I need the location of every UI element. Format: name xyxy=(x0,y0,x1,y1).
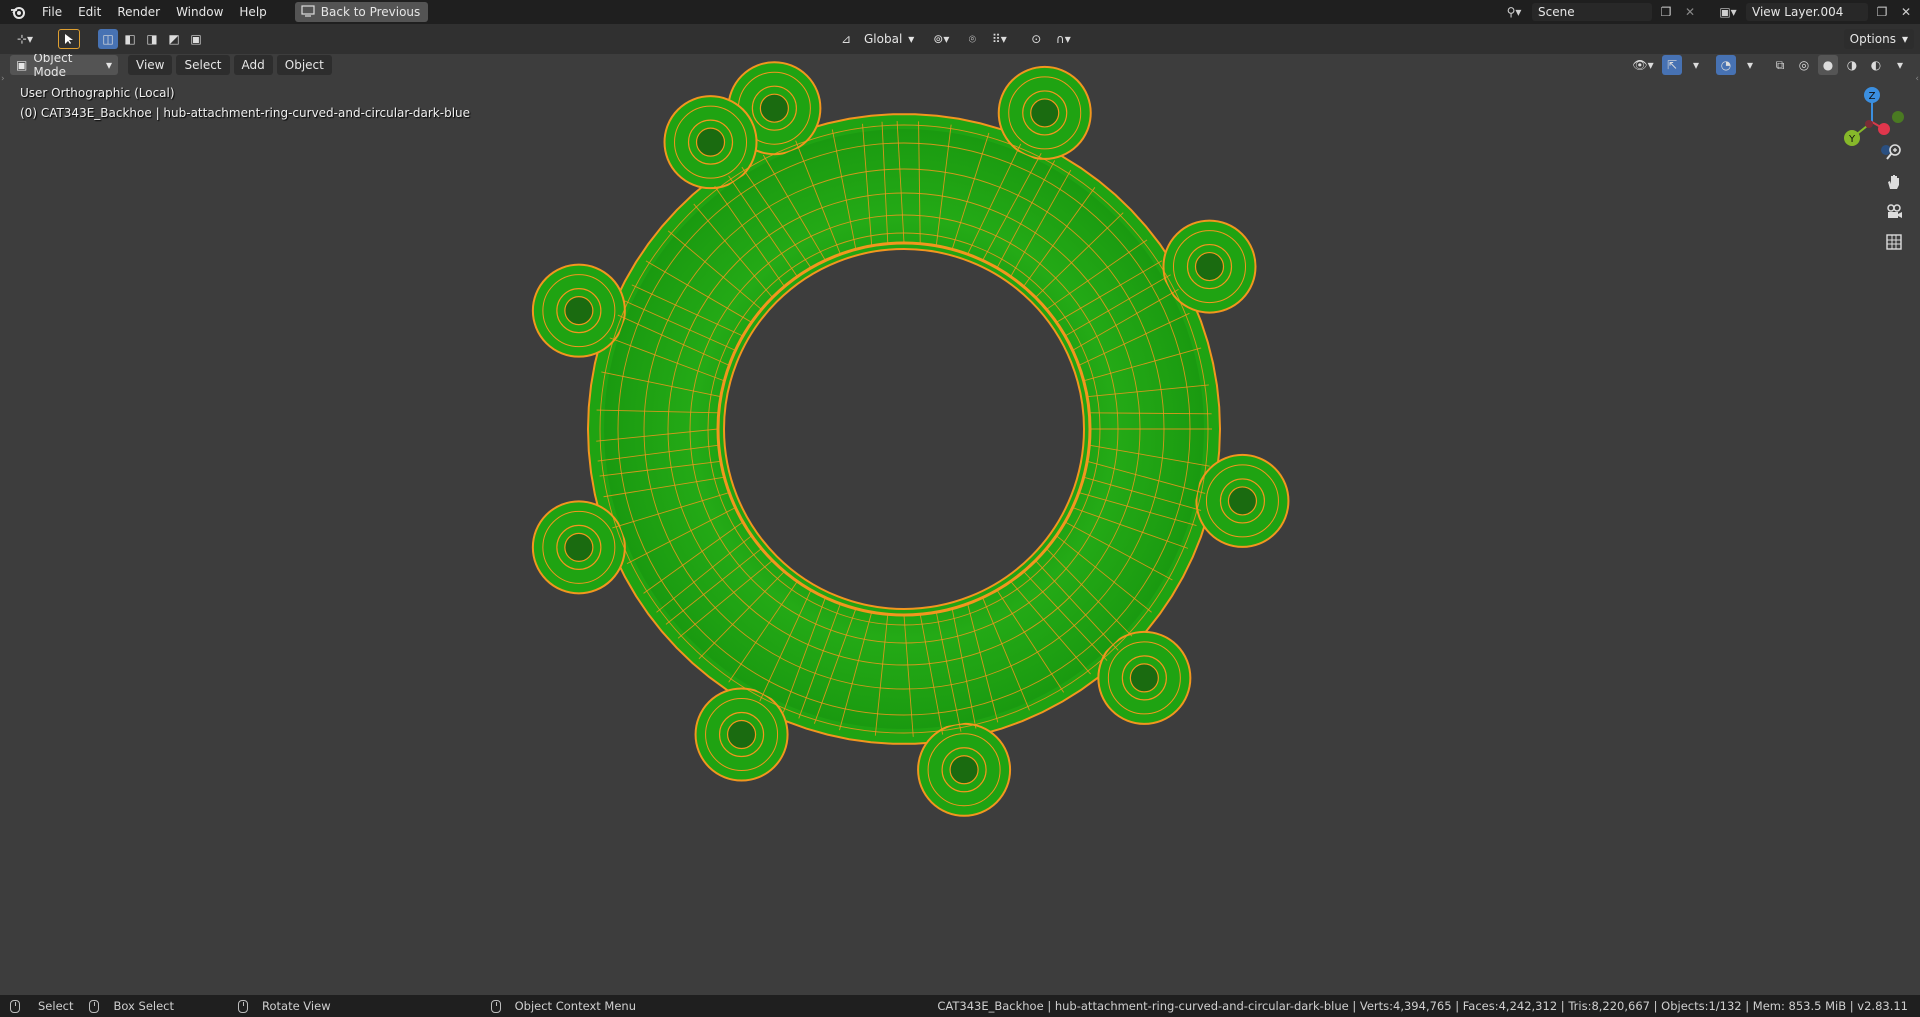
gizmo-toggle-icon[interactable]: ⇱ xyxy=(1662,55,1682,75)
chevron-down-icon: ▾ xyxy=(105,58,112,72)
status-select-hint: Select xyxy=(10,999,73,1013)
gizmo-x-axis[interactable] xyxy=(1878,123,1890,135)
transform-orientation-dropdown[interactable]: Global ▾ xyxy=(858,29,920,49)
delete-view-layer-icon[interactable]: ✕ xyxy=(1896,3,1916,21)
chevron-down-icon: ▾ xyxy=(1901,32,1908,46)
object-mode-label: Object Mode xyxy=(33,54,73,79)
viewport-menu-select[interactable]: Select xyxy=(176,55,230,75)
transform-orientation-icon: ⊿ xyxy=(840,32,852,46)
view-name-label: User Orthographic (Local) xyxy=(20,86,175,100)
active-object-label: (0) CAT343E_Backhoe | hub-attachment-rin… xyxy=(20,106,471,120)
mouse-middle-icon xyxy=(238,999,248,1013)
viewport-menu-object[interactable]: Object xyxy=(276,55,332,75)
scene-browse-icon[interactable]: ⚲▾ xyxy=(1500,3,1528,21)
bolt-hole xyxy=(564,532,594,562)
bolt-hole xyxy=(1194,251,1225,282)
viewport-header: ▣ Object Mode ▾ View Select Add Object 👁… xyxy=(0,54,1920,79)
gizmo-neg-x[interactable] xyxy=(1865,120,1873,128)
back-to-previous-label: Back to Previous xyxy=(320,5,421,19)
bolt-hole xyxy=(1129,663,1159,693)
material-shading-icon[interactable]: ◑ xyxy=(1842,55,1862,75)
mouse-right-icon xyxy=(490,999,501,1013)
status-box-select-hint: Box Select xyxy=(89,999,174,1013)
wireframe-shading-icon[interactable]: ◎ xyxy=(1794,55,1814,75)
menu-window[interactable]: Window xyxy=(168,2,231,22)
overlays-dropdown-icon[interactable]: ▾ xyxy=(1740,55,1760,75)
view-layer-browse-icon[interactable]: ▣▾ xyxy=(1714,3,1742,21)
status-rotate-view-label: Rotate View xyxy=(262,999,331,1013)
pan-hand-icon[interactable] xyxy=(1880,168,1908,196)
mouse-left-icon xyxy=(10,999,20,1013)
new-scene-icon[interactable]: ❐ xyxy=(1656,3,1676,21)
delete-scene-icon[interactable]: ✕ xyxy=(1680,3,1700,21)
select-tool-icon[interactable] xyxy=(58,29,80,49)
scene-selector-area: ⚲▾ Scene ❐ ✕ ▣▾ View Layer.004 ❐ ✕ xyxy=(1500,0,1920,24)
gizmo-dropdown-icon[interactable]: ▾ xyxy=(1686,55,1706,75)
gizmo-neg-y[interactable] xyxy=(1892,111,1904,123)
right-panel-toggle-icon[interactable]: ‹ xyxy=(1915,74,1919,84)
zoom-icon[interactable] xyxy=(1880,138,1908,166)
pivot-point-icon[interactable]: ⊚▾ xyxy=(926,29,956,49)
scene-name-field[interactable]: Scene xyxy=(1532,3,1652,21)
status-select-label: Select xyxy=(38,999,74,1013)
mode-subtract-icon[interactable]: ◨ xyxy=(142,29,162,49)
menu-help[interactable]: Help xyxy=(231,2,274,22)
options-label: Options xyxy=(1849,32,1896,46)
visibility-icon[interactable]: 👁▾ xyxy=(1628,55,1658,75)
mode-set-icon[interactable]: ◫ xyxy=(98,29,118,49)
bolt-hole xyxy=(759,93,789,123)
status-box-select-label: Box Select xyxy=(113,999,174,1013)
perspective-toggle-icon[interactable] xyxy=(1880,228,1908,256)
camera-view-icon[interactable] xyxy=(1880,198,1908,226)
mouse-drag-icon xyxy=(89,999,100,1013)
status-context-menu-hint: Object Context Menu xyxy=(490,999,636,1013)
bolt-hole xyxy=(564,296,594,326)
menu-render[interactable]: Render xyxy=(109,2,168,22)
new-view-layer-icon[interactable]: ❐ xyxy=(1872,3,1892,21)
screen-icon xyxy=(301,4,315,20)
viewport-menu-add[interactable]: Add xyxy=(233,55,273,75)
tool-header: ⊹▾ ◫ ◧ ◨ ◩ ▣ ⊿ Global ▾ ⊚▾ ⌾ ⠿▾ ⊙ ∩▾ Opt… xyxy=(0,24,1920,54)
overlays-toggle-icon[interactable]: ◔ xyxy=(1716,55,1736,75)
mesh-object-hub-ring[interactable] xyxy=(0,54,1920,995)
snap-target-icon[interactable]: ⠿▾ xyxy=(984,29,1014,49)
gizmo-z-label: Z xyxy=(1869,91,1876,102)
mode-intersect-icon[interactable]: ▣ xyxy=(186,29,206,49)
status-bar: Select Box Select Rotate View Object Con… xyxy=(0,995,1920,1017)
mode-invert-icon[interactable]: ◩ xyxy=(164,29,184,49)
bolt-hole xyxy=(695,127,726,157)
falloff-icon[interactable]: ∩▾ xyxy=(1048,29,1078,49)
object-mode-dropdown[interactable]: ▣ Object Mode ▾ xyxy=(10,54,118,79)
viewport-menu-view[interactable]: View xyxy=(128,55,173,75)
chevron-down-icon: ▾ xyxy=(908,32,915,46)
scene-statistics: CAT343E_Backhoe | hub-attachment-ring-cu… xyxy=(937,999,1908,1013)
bolt-hole xyxy=(1030,98,1060,128)
back-to-previous-button[interactable]: Back to Previous xyxy=(294,2,429,22)
blender-logo-icon[interactable] xyxy=(8,2,28,22)
object-mode-icon: ▣ xyxy=(16,58,28,72)
top-bar: File Edit Render Window Help Back to Pre… xyxy=(0,0,1920,24)
menu-file[interactable]: File xyxy=(34,2,70,22)
bolt-hole xyxy=(726,719,757,750)
bolt-hole xyxy=(949,755,979,785)
left-panel-toggle-icon[interactable]: › xyxy=(1,74,5,84)
rendered-shading-icon[interactable]: ◐ xyxy=(1866,55,1886,75)
xray-toggle-icon[interactable]: ⧉ xyxy=(1770,55,1790,75)
menu-edit[interactable]: Edit xyxy=(70,2,109,22)
editor-type-icon[interactable]: ⊹▾ xyxy=(10,29,40,49)
status-rotate-view-hint: Rotate View xyxy=(238,999,331,1013)
inner-bore xyxy=(723,248,1085,610)
view-layer-field[interactable]: View Layer.004 xyxy=(1746,3,1868,21)
proportional-edit-icon[interactable]: ⊙ xyxy=(1026,29,1046,49)
transform-orientation-label: Global xyxy=(864,32,903,46)
3d-viewport[interactable]: ▣ Object Mode ▾ View Select Add Object 👁… xyxy=(0,54,1920,995)
status-context-menu-label: Object Context Menu xyxy=(514,999,636,1013)
bolt-hole xyxy=(1227,486,1258,516)
snap-toggle-icon[interactable]: ⌾ xyxy=(962,29,982,49)
gizmo-y-label: Y xyxy=(1848,134,1856,145)
shading-dropdown-icon[interactable]: ▾ xyxy=(1890,55,1910,75)
mode-extend-icon[interactable]: ◧ xyxy=(120,29,140,49)
options-dropdown[interactable]: Options ▾ xyxy=(1843,29,1914,49)
solid-shading-icon[interactable]: ● xyxy=(1818,55,1838,75)
